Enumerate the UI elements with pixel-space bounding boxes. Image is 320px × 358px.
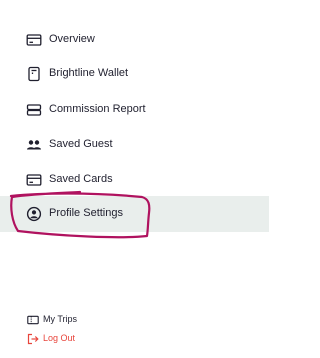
log-out-link[interactable]: Log Out — [0, 330, 269, 348]
sidebar-item-label: Saved Cards — [49, 173, 113, 185]
my-trips-label: My Trips — [43, 314, 78, 324]
guests-icon — [27, 140, 41, 150]
sidebar-item-profile-settings[interactable]: Profile Settings — [0, 196, 269, 232]
sidebar-item-label: Overview — [49, 33, 95, 45]
card-icon — [26, 34, 42, 46]
sidebar-item-commission-report[interactable]: Commission Report — [0, 92, 269, 128]
user-circle-icon — [26, 206, 42, 222]
sidebar-item-label: Saved Guest — [49, 138, 113, 150]
my-trips-link[interactable]: My Trips — [0, 311, 269, 329]
sidebar-item-label: Commission Report — [49, 103, 146, 115]
ticket-icon — [27, 315, 39, 325]
sidebar-item-label: Profile Settings — [49, 207, 123, 219]
sidebar-item-saved-guest[interactable]: Saved Guest — [0, 127, 269, 163]
sidebar-item-label: Brightline Wallet — [49, 67, 129, 79]
logout-icon — [27, 333, 39, 345]
saved-card-icon — [26, 174, 42, 186]
sidebar-item-overview[interactable]: Overview — [0, 22, 269, 58]
sidebar-item-saved-cards[interactable]: Saved Cards — [0, 162, 269, 198]
wallet-icon — [28, 66, 40, 82]
sidebar-item-brightline-wallet[interactable]: Brightline Wallet — [0, 56, 269, 92]
log-out-label: Log Out — [43, 333, 76, 343]
account-sidebar: Overview Brightline Wallet Commission Re… — [0, 0, 269, 358]
report-icon — [26, 104, 42, 116]
